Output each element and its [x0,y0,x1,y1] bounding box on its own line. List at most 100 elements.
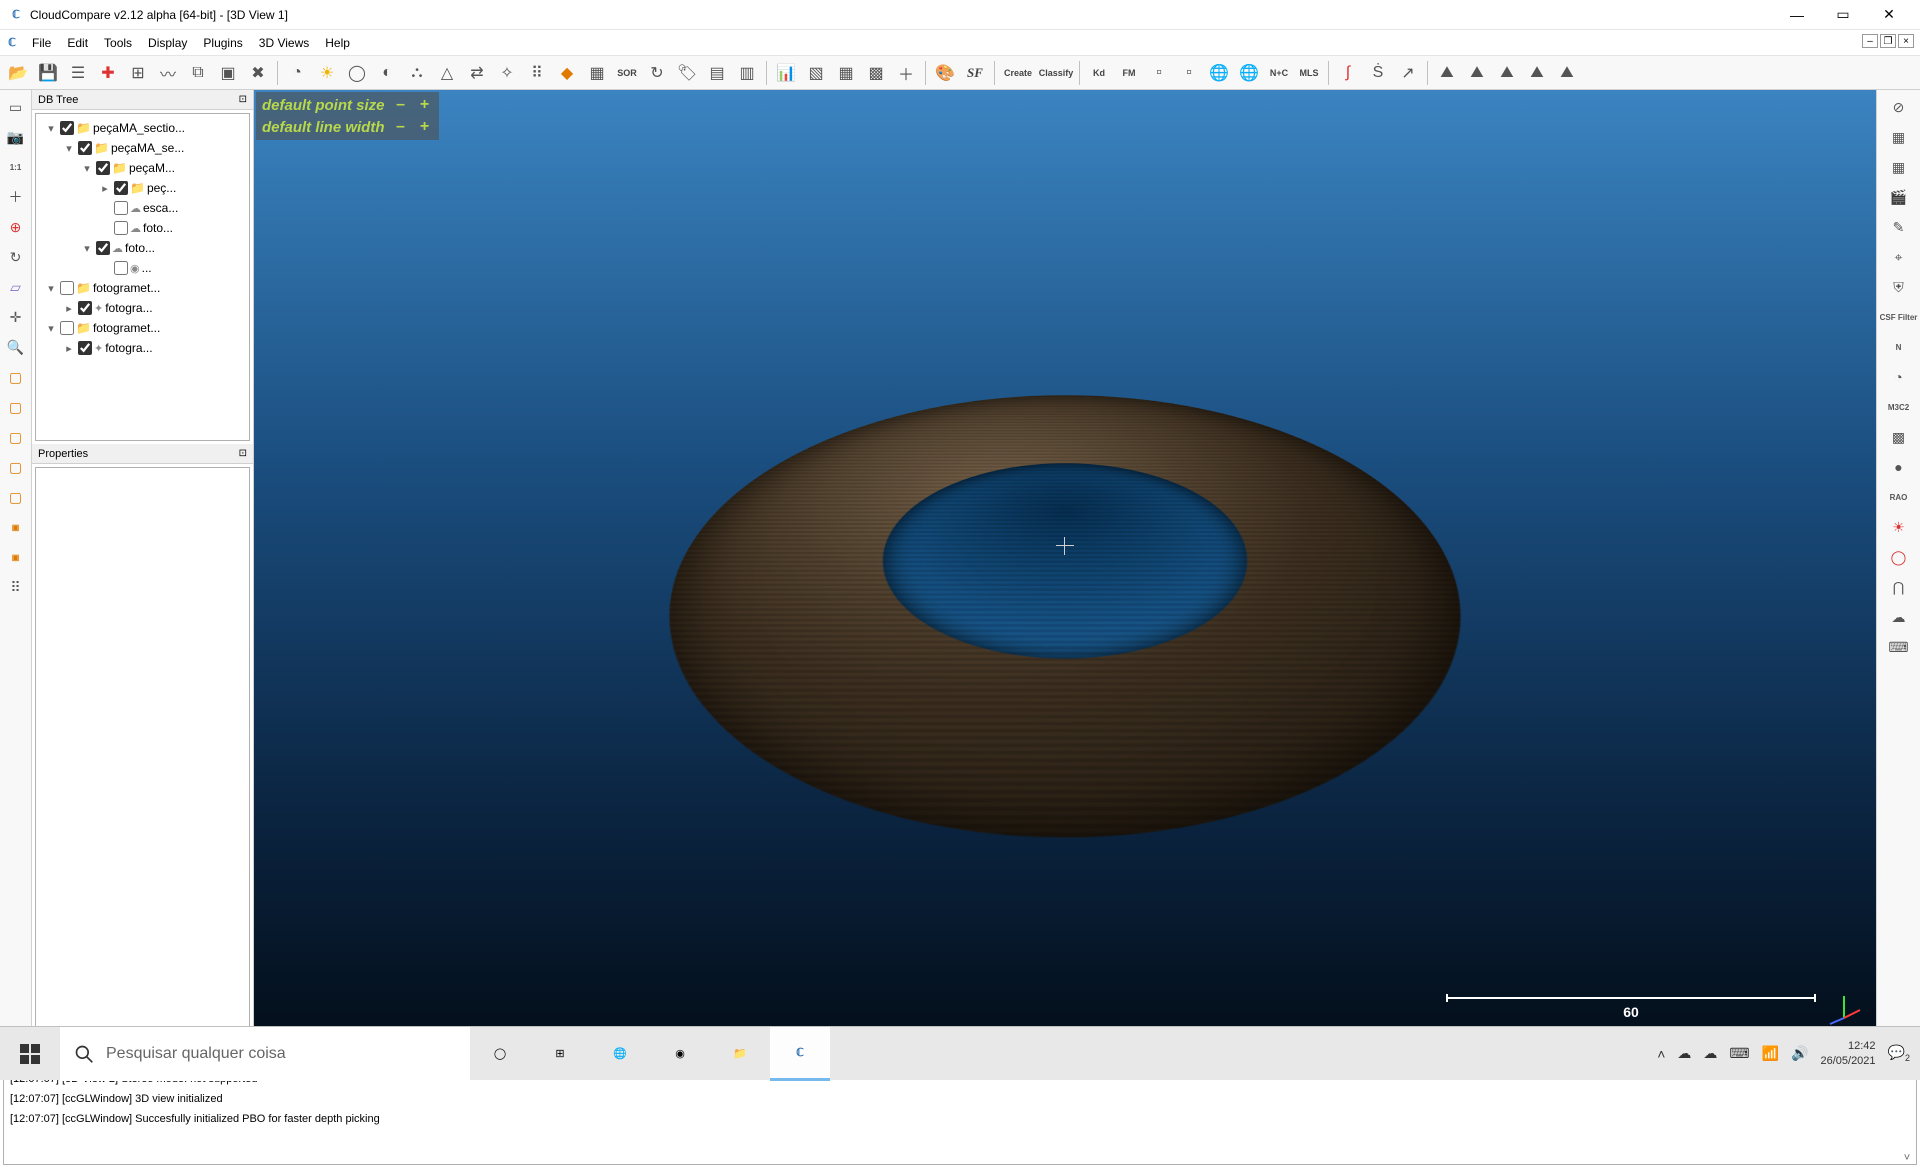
explorer-icon[interactable]: 📁 [710,1027,770,1081]
lock-axis-icon[interactable]: ✛ [3,304,29,330]
db-tree[interactable]: ▾📁peçaMA_sectio...▾📁peçaMA_se...▾📁peçaM.… [35,113,250,441]
colorize-icon[interactable]: ◔ [283,59,311,87]
rotate-icon[interactable]: ↻ [3,244,29,270]
trace-polyline-icon[interactable]: 〰 [154,59,182,87]
tree-item[interactable]: ◉... [38,258,247,278]
console-scroll-down[interactable]: ˅ [1904,1152,1910,1164]
canupo-classify-button[interactable]: Classify [1038,59,1074,87]
tree-checkbox[interactable] [96,241,110,255]
plugin-r3-icon[interactable]: 🎬 [1886,184,1912,210]
view-back-icon[interactable]: ▢ [3,484,29,510]
task-view-icon[interactable]: ⊞ [530,1027,590,1081]
3d-viewport[interactable]: default point size – + default line widt… [254,90,1876,1040]
plugin2-icon[interactable]: ▫ [1175,59,1203,87]
tree-twisty-icon[interactable]: ▾ [44,282,58,295]
tool-d-icon[interactable]: ⛰ [1523,59,1551,87]
pick-point-icon[interactable]: ✚ [94,59,122,87]
onedrive-icon[interactable]: ☁ [1677,1045,1691,1062]
rao-button[interactable]: RAO [1886,484,1912,510]
menu-file[interactable]: File [24,33,59,53]
tool-c-icon[interactable]: ⛰ [1493,59,1521,87]
sf-button[interactable]: SF [961,59,989,87]
tree-checkbox[interactable] [60,121,74,135]
tree-twisty-icon[interactable]: ▸ [98,182,112,195]
menu-help[interactable]: Help [317,33,358,53]
edge-icon[interactable]: 🌐 [590,1027,650,1081]
volume-icon[interactable]: 🔊 [1791,1045,1808,1062]
fit-plane-icon[interactable]: ◆ [553,59,581,87]
properties-pin-icon[interactable]: ⊡ [239,448,247,459]
ortho-icon[interactable]: ▱ [3,274,29,300]
connected-comp-icon[interactable]: ↻ [643,59,671,87]
one-to-one-button[interactable]: 1:1 [3,154,29,180]
plugin1-icon[interactable]: ▫ [1145,59,1173,87]
label-icon[interactable]: 🏷 [673,59,701,87]
kd-button[interactable]: Kd [1085,59,1113,87]
color-scale-icon[interactable]: ▥ [733,59,761,87]
mdi-close[interactable]: × [1898,34,1914,48]
flickr-icon[interactable]: ⠿ [3,574,29,600]
tree-item[interactable]: ▾📁fotogramet... [38,278,247,298]
tree-item[interactable]: ▾📁fotogramet... [38,318,247,338]
segment-icon[interactable]: ▤ [703,59,731,87]
close-button[interactable]: ✕ [1866,0,1912,30]
wifi-icon[interactable]: 📶 [1762,1045,1779,1062]
csf-filter-button[interactable]: CSF Filter [1877,304,1920,330]
view-top-icon[interactable]: ▢ [3,364,29,390]
tool-a-icon[interactable]: ⛰ [1433,59,1461,87]
tree-checkbox[interactable] [114,221,128,235]
auto-center-icon[interactable]: ⊕ [3,214,29,240]
merge-icon[interactable]: ▣ [214,59,242,87]
cloud2-icon[interactable]: ☁ [1886,604,1912,630]
mls-button[interactable]: MLS [1295,59,1323,87]
align-icon[interactable]: ⇄ [463,59,491,87]
sun-icon[interactable]: ☀ [1886,514,1912,540]
menu-tools[interactable]: Tools [96,33,140,53]
view-bottom-icon[interactable]: ▢ [3,394,29,420]
tree-checkbox[interactable] [60,281,74,295]
canupo-create-button[interactable]: Create [1000,59,1036,87]
arrow-icon[interactable]: ↗ [1394,59,1422,87]
view-left-icon[interactable]: ▢ [3,424,29,450]
cancel-icon[interactable]: ⊘ [1886,94,1912,120]
start-button[interactable] [0,1027,60,1081]
curve-icon[interactable]: ∫ [1334,59,1362,87]
front-cube-button[interactable]: ▣ [3,514,29,540]
tree-twisty-icon[interactable]: ▸ [62,342,76,355]
tree-twisty-icon[interactable]: ▾ [44,122,58,135]
tree-twisty-icon[interactable]: ▾ [44,322,58,335]
tree-item[interactable]: ▸📁peç... [38,178,247,198]
taskbar-clock[interactable]: 12:42 26/05/2021 [1820,1039,1875,1069]
plugin-r1-icon[interactable]: ▦ [1886,124,1912,150]
menu-display[interactable]: Display [140,33,195,53]
menu-plugins[interactable]: Plugins [195,33,250,53]
m3c2-button[interactable]: M3C2 [1886,394,1912,420]
tree-twisty-icon[interactable]: ▸ [62,302,76,315]
notifications-icon[interactable]: 💬2 [1888,1044,1910,1063]
line-width-minus[interactable]: – [393,118,409,136]
tree-item[interactable]: ☁esca... [38,198,247,218]
keyboard-icon[interactable]: ⌨ [1886,634,1912,660]
point-list-icon[interactable]: ⊞ [124,59,152,87]
tree-twisty-icon[interactable]: ▾ [62,142,76,155]
nc-button[interactable]: N+C [1265,59,1293,87]
globe-icon[interactable]: 🌐 [1205,59,1233,87]
ellipse-icon[interactable]: ◯ [1886,544,1912,570]
camera-icon[interactable]: 📷 [3,124,29,150]
raster-icon[interactable]: ▩ [862,59,890,87]
mdi-restore[interactable]: ❐ [1880,34,1896,48]
tree-twisty-icon[interactable]: ▾ [80,162,94,175]
cross-section-icon[interactable]: ▦ [583,59,611,87]
tree-checkbox[interactable] [78,301,92,315]
back-cube-button[interactable]: ▣ [3,544,29,570]
arch-icon[interactable]: ⋂ [1886,574,1912,600]
tree-item[interactable]: ▸✦fotogra... [38,298,247,318]
plugin-r4-icon[interactable]: ✎ [1886,214,1912,240]
qr-icon[interactable]: ▩ [1886,424,1912,450]
plugin-r2-icon[interactable]: ▦ [1886,154,1912,180]
view-right-icon[interactable]: ▢ [3,454,29,480]
delete-icon[interactable]: ✖ [244,59,272,87]
menu-edit[interactable]: Edit [59,33,96,53]
taskbar-search[interactable]: Pesquisar qualquer coisa [60,1027,470,1081]
fm-button[interactable]: FM [1115,59,1143,87]
